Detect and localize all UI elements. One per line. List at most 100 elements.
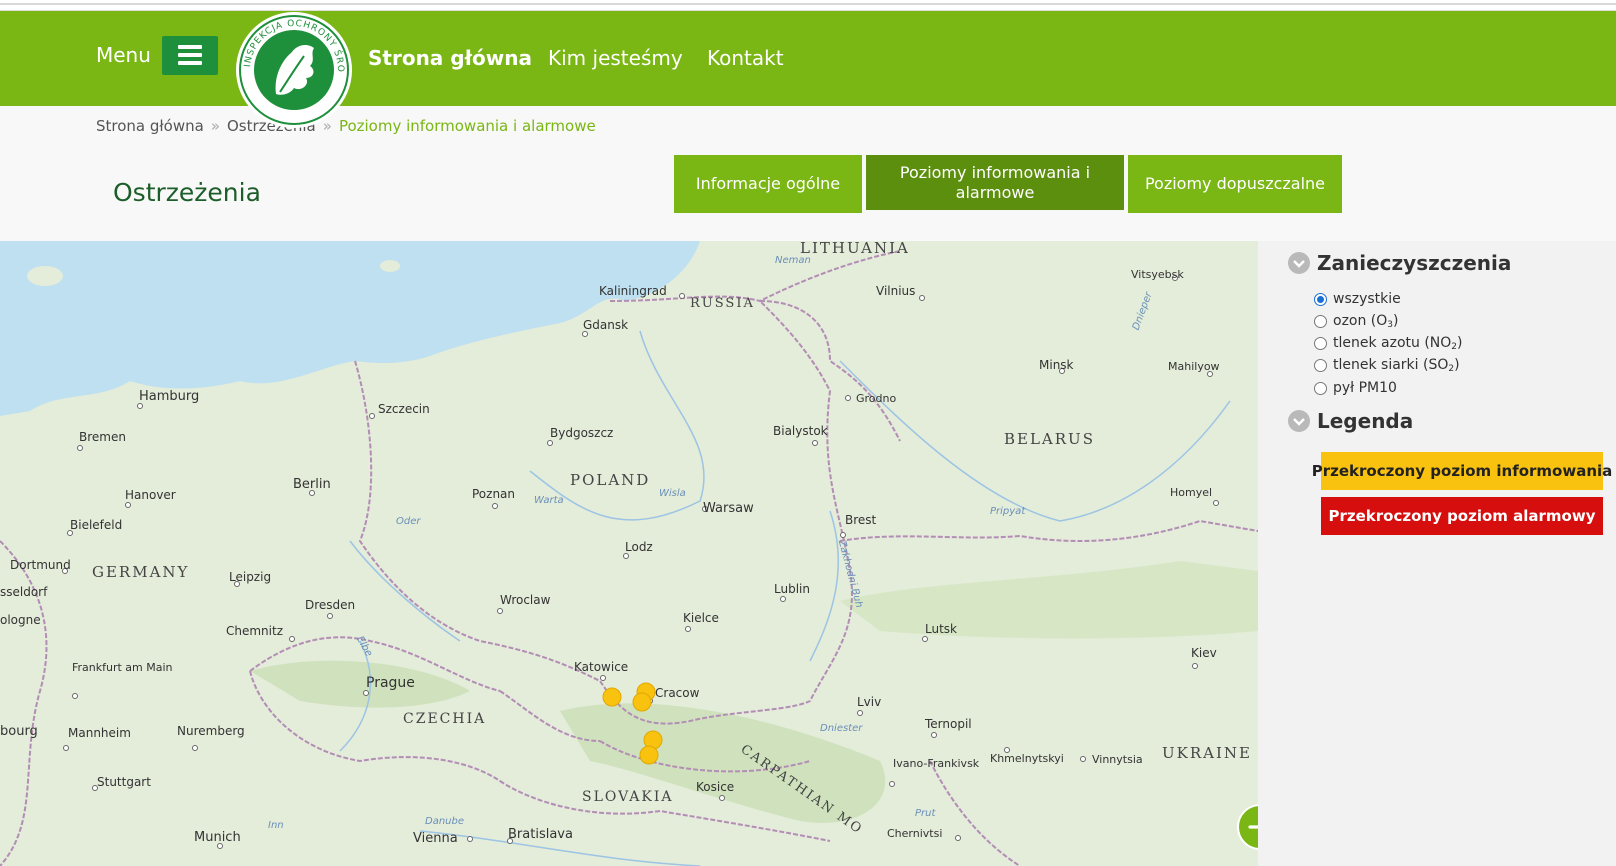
radio-option-all[interactable]: wszystkie [1314, 291, 1401, 307]
city-label: Berlin [293, 477, 331, 492]
city-label: Ivano-Frankivsk [893, 757, 980, 770]
city-label: Chernivtsi [887, 827, 942, 840]
city-label: Szczecin [378, 402, 430, 416]
city-label: bourg [0, 724, 38, 739]
breadcrumb-home[interactable]: Strona główna [96, 117, 204, 135]
oak-leaf-logo-icon: INSPEKCJA OCHRONY ŚRODOWISKA [231, 5, 349, 125]
city-label: Munich [194, 830, 241, 845]
city-label: Nuremberg [177, 724, 245, 738]
radio-all[interactable] [1314, 292, 1327, 306]
city-label: Poznan [472, 487, 515, 501]
city-label: Katowice [574, 660, 628, 674]
city-label: Brest [845, 513, 877, 527]
legend-title: Legenda [1317, 409, 1414, 433]
island-shape [27, 266, 63, 286]
map-canvas[interactable]: Neman Warta Wisla Oder Pripyat Dnieper Z… [0, 241, 1258, 866]
breadcrumb-separator: » [210, 117, 220, 135]
country-label: SLOVAKIA [582, 789, 674, 805]
chevron-down-icon [1288, 410, 1310, 432]
station-marker[interactable] [632, 692, 652, 712]
country-label: GERMANY [92, 563, 189, 581]
city-label: Dresden [305, 598, 355, 612]
radio-label: tlenek siarki (SO [1333, 357, 1449, 373]
city-label: Bratislava [508, 827, 573, 842]
city-label: Grodno [856, 392, 896, 405]
city-label: ologne [0, 613, 41, 627]
city-label: Homyel [1170, 486, 1212, 499]
station-marker[interactable] [639, 745, 659, 765]
tab-permissible-levels[interactable]: Poziomy dopuszczalne [1128, 155, 1342, 213]
city-label: Ternopil [924, 717, 972, 731]
station-marker[interactable] [602, 687, 622, 707]
radio-option-ozone[interactable]: ozon (O 3) [1314, 313, 1399, 330]
pollutants-title: Zanieczyszczenia [1317, 251, 1512, 275]
radio-label-subscript: 2 [1451, 342, 1458, 352]
country-label: POLAND [570, 471, 650, 489]
river-label: Zakhodni Buh [836, 538, 865, 609]
radio-label-subscript: 3 [1387, 320, 1394, 330]
filter-sidebar: Zanieczyszczenia wszystkie ozon (O 3) tle… [1258, 241, 1616, 866]
arrow-right-icon [1248, 825, 1258, 829]
radio-so2[interactable] [1314, 358, 1327, 372]
city-label: Stuttgart [97, 775, 151, 789]
country-label: BELARUS [1004, 430, 1095, 448]
hamburger-menu-button[interactable] [162, 36, 218, 75]
city-label: Kosice [696, 780, 734, 794]
city-label: Kiev [1191, 646, 1217, 660]
city-label: Lodz [625, 540, 653, 554]
nav-link-about[interactable]: Kim jesteśmy [548, 46, 683, 70]
radio-label: pył PM10 [1333, 380, 1397, 396]
radio-label-tail: ) [1457, 335, 1463, 351]
radio-option-no2[interactable]: tlenek azotu (NO 2) [1314, 335, 1463, 352]
radio-option-so2[interactable]: tlenek siarki (SO 2) [1314, 357, 1460, 374]
river-label: Prut [915, 808, 936, 819]
city-label: Minsk [1039, 358, 1074, 372]
city-label: Prague [366, 675, 415, 691]
radio-label-tail: ) [1454, 357, 1460, 373]
nav-link-contact[interactable]: Kontakt [707, 46, 784, 70]
river-label: Oder [396, 516, 421, 527]
radio-ozone[interactable] [1314, 314, 1327, 328]
river-label: Pripyat [990, 506, 1026, 517]
radio-label-subscript: 2 [1448, 364, 1455, 374]
pollutants-section-header[interactable]: Zanieczyszczenia [1288, 251, 1511, 275]
radio-pm10[interactable] [1314, 381, 1327, 395]
city-label: Mahilyow [1168, 360, 1220, 373]
city-label: Lublin [774, 582, 810, 596]
city-label: Bremen [79, 430, 126, 444]
river-label: Wisla [659, 488, 686, 499]
city-label: Lutsk [925, 622, 957, 636]
next-panel-button[interactable] [1237, 804, 1258, 850]
terrain-shape [250, 660, 470, 708]
radio-label: wszystkie [1333, 291, 1401, 307]
city-label: Vienna [413, 831, 458, 846]
river-label: Dnieper [1131, 290, 1155, 332]
radio-label: tlenek azotu (NO [1333, 335, 1452, 351]
city-label: Dortmund [10, 558, 71, 572]
country-label: CZECHIA [403, 711, 486, 727]
logo[interactable]: INSPEKCJA OCHRONY ŚRODOWISKA [231, 5, 352, 128]
menu-label[interactable]: Menu [96, 43, 151, 67]
river-label: Dniester [820, 723, 863, 734]
city-label: Bydgoszcz [550, 426, 613, 440]
nav-link-home[interactable]: Strona główna [368, 46, 532, 70]
country-label: RUSSIA [690, 296, 755, 311]
tab-general-info[interactable]: Informacje ogólne [674, 155, 862, 213]
city-label: Chemnitz [226, 624, 283, 638]
legend-section-header[interactable]: Legenda [1288, 409, 1413, 433]
breadcrumb-current: Poziomy informowania i alarmowe [338, 117, 596, 135]
tab-info-alarm-levels[interactable]: Poziomy informowania i alarmowe [866, 155, 1124, 210]
legend-alarm-level: Przekroczony poziom alarmowy [1321, 497, 1603, 535]
radio-no2[interactable] [1314, 336, 1327, 350]
city-label: Gdansk [583, 318, 628, 332]
terrain-shape [840, 561, 1258, 639]
river-label: Elbe [354, 634, 374, 658]
map-svg: Neman Warta Wisla Oder Pripyat Dnieper Z… [0, 241, 1258, 866]
city-label: Vilnius [876, 284, 915, 298]
city-label: Mannheim [68, 726, 131, 740]
city-label: Hanover [125, 488, 176, 502]
legend-info-level: Przekroczony poziom informowania [1312, 452, 1612, 490]
city-label: Bielefeld [70, 518, 122, 532]
city-label: Kielce [683, 611, 719, 625]
radio-option-pm10[interactable]: pył PM10 [1314, 380, 1397, 396]
